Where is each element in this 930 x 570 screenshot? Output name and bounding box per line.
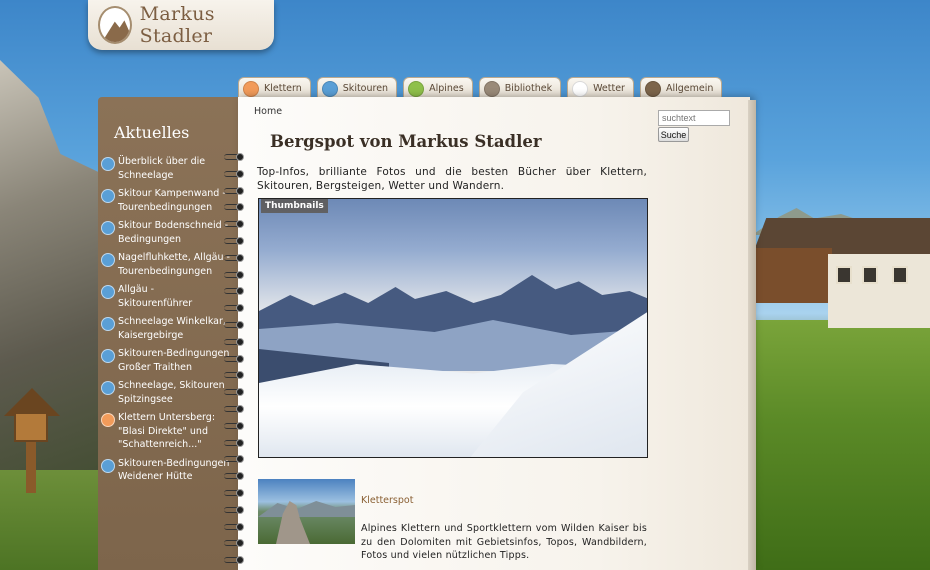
binding-ring bbox=[224, 320, 246, 329]
binding-ring bbox=[224, 337, 246, 346]
binding-ring bbox=[224, 236, 246, 245]
sidebar-news-item[interactable]: Skitour Bodenschneid - Bedingungen bbox=[100, 219, 230, 246]
sidebar-news-label: Nagelfluhkette, Allgäu - Tourenbedingung… bbox=[118, 252, 230, 277]
binding-ring bbox=[224, 286, 246, 296]
sidebar-news-item[interactable]: Allgäu - Skitourenführer bbox=[100, 283, 230, 310]
tab-label: Allgemein bbox=[665, 83, 714, 94]
tab-label: Klettern bbox=[264, 83, 302, 94]
sidebar-news-label: Skitour Bodenschneid - Bedingungen bbox=[118, 220, 229, 245]
background-meadow-right bbox=[752, 320, 930, 570]
binding-ring bbox=[224, 488, 246, 497]
skitour-icon bbox=[321, 80, 338, 97]
tab-skitouren[interactable]: Skitouren bbox=[316, 77, 398, 99]
sidebar-news-label: Klettern Untersberg: "Blasi Direkte" und… bbox=[118, 412, 216, 450]
sidebar-news-item[interactable]: Skitouren-Bedingungen Großer Traithen bbox=[100, 347, 230, 374]
skitour-icon bbox=[101, 349, 115, 363]
site-logo[interactable]: Markus Stadler bbox=[88, 0, 274, 50]
sidebar-news-item[interactable]: Schneelage Winkelkar, Kaisergebirge bbox=[100, 315, 230, 342]
tab-label: Alpines bbox=[429, 83, 464, 94]
sidebar-news-item[interactable]: Klettern Untersberg: "Blasi Direkte" und… bbox=[100, 411, 230, 452]
library-icon bbox=[483, 80, 500, 97]
skitour-icon bbox=[101, 317, 115, 331]
sidebar-news-label: Allgäu - Skitourenführer bbox=[118, 284, 193, 309]
page-title: Bergspot von Markus Stadler bbox=[270, 132, 542, 151]
sidebar-news-label: Skitour Kampenwand - Tourenbedingungen bbox=[118, 188, 226, 213]
tab-label: Wetter bbox=[593, 83, 625, 94]
mountain-logo-icon bbox=[98, 6, 132, 44]
tab-allgemein[interactable]: Allgemein bbox=[639, 77, 723, 99]
skitour-icon bbox=[101, 381, 115, 395]
sidebar-news-label: Schneelage, Skitouren Spitzingsee bbox=[118, 380, 225, 405]
kletterspot-description: Alpines Klettern und Sportklettern vom W… bbox=[361, 523, 647, 561]
skitour-icon bbox=[101, 458, 115, 473]
binding-ring bbox=[224, 354, 246, 363]
binding-ring bbox=[224, 454, 246, 464]
search-input[interactable] bbox=[658, 110, 730, 126]
logo-text: Markus Stadler bbox=[139, 3, 215, 47]
tab-wetter[interactable]: Wetter bbox=[567, 77, 634, 99]
intro-text: Top-Infos, brilliante Fotos und die best… bbox=[257, 166, 647, 192]
main-navigation: Klettern Skitouren Alpines Bibliothek Wetter… bbox=[238, 77, 723, 99]
alpine-icon bbox=[408, 80, 425, 97]
sidebar-news-label: Überblick über die Schneelage bbox=[118, 156, 206, 181]
thumbnails-tag[interactable]: Thumbnails bbox=[261, 199, 328, 213]
tab-alpines[interactable]: Alpines bbox=[403, 77, 473, 99]
general-icon bbox=[644, 80, 661, 97]
binding-ring bbox=[224, 186, 246, 195]
binding-ring bbox=[224, 438, 246, 447]
spiral-binding bbox=[224, 152, 248, 570]
content-page: Home Suche Bergspot von Markus Stadler T… bbox=[238, 97, 750, 570]
binding-ring bbox=[224, 253, 246, 262]
breadcrumb-home[interactable]: Home bbox=[254, 106, 282, 117]
skitour-icon bbox=[101, 189, 115, 203]
tab-bibliothek[interactable]: Bibliothek bbox=[478, 77, 562, 99]
search-button[interactable]: Suche bbox=[658, 127, 689, 142]
sidebar-news-item[interactable]: Nagelfluhkette, Allgäu - Tourenbedingung… bbox=[100, 251, 230, 278]
tab-label: Bibliothek bbox=[504, 83, 553, 94]
skitour-icon bbox=[101, 221, 115, 235]
page-edge bbox=[748, 100, 756, 570]
binding-ring bbox=[224, 387, 246, 397]
climbing-icon bbox=[101, 413, 115, 427]
climbing-icon bbox=[243, 80, 259, 97]
binding-ring bbox=[224, 471, 246, 481]
sidebar-news-label: Schneelage Winkelkar, Kaisergebirge bbox=[118, 316, 226, 341]
binding-ring bbox=[224, 219, 246, 229]
binding-ring bbox=[224, 370, 246, 380]
skitour-icon bbox=[101, 253, 115, 267]
binding-ring bbox=[224, 404, 246, 413]
binding-ring bbox=[224, 538, 246, 548]
sidebar-news-label: Skitouren-Bedingungen Großer Traithen bbox=[118, 348, 230, 373]
tab-klettern[interactable]: Klettern bbox=[238, 77, 311, 99]
sidebar-title: Aktuelles bbox=[114, 123, 190, 142]
binding-ring bbox=[224, 522, 246, 531]
sidebar-news-list: Überblick über die Schneelage Skitour Kam… bbox=[100, 155, 230, 489]
background-wayside-cross bbox=[4, 388, 60, 493]
weather-icon bbox=[572, 80, 589, 97]
binding-ring bbox=[224, 152, 246, 161]
skitour-icon bbox=[101, 285, 115, 299]
kletterspot-link[interactable]: Kletterspot bbox=[361, 495, 413, 506]
hero-image[interactable]: Thumbnails bbox=[258, 198, 648, 458]
sidebar-news-item[interactable]: Skitouren-Bedingungen Weidener Hütte bbox=[100, 457, 230, 484]
binding-ring bbox=[224, 303, 246, 313]
skitour-icon bbox=[101, 157, 115, 171]
tab-label: Skitouren bbox=[342, 83, 389, 94]
binding-ring bbox=[224, 555, 246, 565]
sidebar-news-item[interactable]: Überblick über die Schneelage bbox=[100, 155, 230, 182]
sidebar-news-item[interactable]: Schneelage, Skitouren Spitzingsee bbox=[100, 379, 230, 406]
binding-ring bbox=[224, 270, 246, 279]
background-farmhouse bbox=[752, 218, 930, 328]
binding-ring bbox=[224, 421, 246, 430]
sidebar-news-item[interactable]: Skitour Kampenwand - Tourenbedingungen bbox=[100, 187, 230, 214]
binding-ring bbox=[224, 505, 246, 514]
sidebar: Aktuelles Überblick über die Schneelage S… bbox=[98, 97, 238, 570]
sidebar-news-label: Skitouren-Bedingungen Weidener Hütte bbox=[118, 457, 230, 483]
binding-ring bbox=[224, 169, 246, 178]
binding-ring bbox=[224, 202, 246, 212]
kletterspot-thumbnail[interactable] bbox=[258, 479, 355, 544]
